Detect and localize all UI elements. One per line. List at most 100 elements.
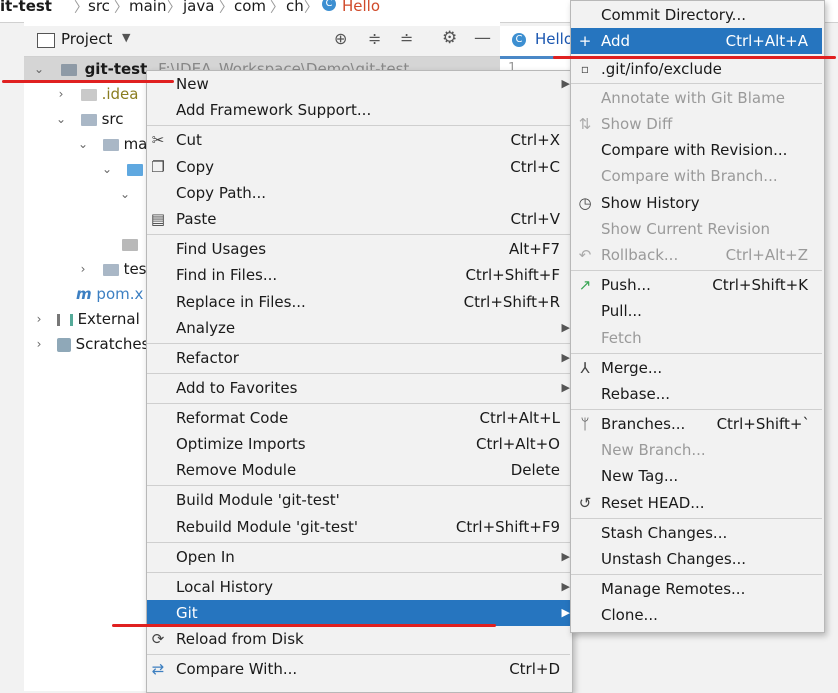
chevron-down-icon[interactable]: ⌄	[100, 157, 114, 182]
menu-item-add-to-favorites[interactable]: Add to Favorites ▶	[176, 375, 570, 401]
git-item-reset-head[interactable]: ↺ Reset HEAD...	[571, 490, 822, 516]
git-item-push[interactable]: ↗ Push... Ctrl+Shift+K	[571, 272, 822, 298]
menu-item-copy[interactable]: ❐ Copy Ctrl+C	[146, 154, 570, 180]
chevron-down-icon[interactable]: ⌄	[76, 132, 90, 157]
tree-item-label: Scratches	[75, 335, 150, 353]
menu-item-local-history[interactable]: Local History ▶	[176, 574, 570, 600]
git-item-rebase[interactable]: Rebase...	[571, 381, 822, 407]
git-item-manage-remotes[interactable]: Manage Remotes...	[571, 576, 822, 602]
breadcrumb-project[interactable]: it-test	[0, 0, 52, 15]
git-item-compare-with-revision[interactable]: Compare with Revision...	[571, 137, 822, 163]
folder-icon	[102, 263, 119, 276]
annotation-underline-git	[112, 624, 496, 627]
menu-item-label: Copy Path...	[176, 184, 267, 202]
menu-item-build-module[interactable]: Build Module 'git-test'	[176, 487, 570, 513]
menu-item-new[interactable]: New ▶	[176, 71, 570, 97]
tree-item-pom[interactable]: m pom.x	[76, 282, 143, 307]
tree-item-idea[interactable]: › .idea	[54, 82, 139, 107]
menu-item-find-usages[interactable]: Find Usages Alt+F7	[176, 236, 570, 262]
scissors-icon: ✂	[151, 131, 165, 149]
git-item-branches[interactable]: ᛘ Branches... Ctrl+Shift+`	[571, 411, 822, 437]
menu-item-shortcut: Delete	[510, 461, 560, 479]
chevron-down-icon[interactable]: ⌄	[32, 57, 46, 82]
breadcrumb-java[interactable]: java	[183, 0, 214, 15]
git-item-new-branch[interactable]: New Branch...	[571, 437, 822, 463]
tree-item-test[interactable]: › tes	[76, 257, 147, 282]
submenu-arrow-icon: ▶	[561, 77, 570, 90]
menu-item-analyze[interactable]: Analyze ▶	[176, 315, 570, 341]
git-item-rollback[interactable]: ↶ Rollback... Ctrl+Alt+Z	[571, 242, 822, 268]
git-item-stash-changes[interactable]: Stash Changes...	[571, 520, 822, 546]
git-item-show-current-revision[interactable]: Show Current Revision	[571, 216, 822, 242]
tree-item-resources[interactable]	[122, 232, 138, 257]
submenu-arrow-icon: ▶	[561, 381, 570, 394]
breadcrumb-com[interactable]: com	[234, 0, 266, 15]
chevron-right-icon[interactable]: ›	[32, 307, 46, 332]
chevron-right-icon[interactable]: ›	[76, 257, 90, 282]
tree-item-java[interactable]: ⌄	[100, 157, 143, 182]
git-item-compare-with-branch[interactable]: Compare with Branch...	[571, 163, 822, 189]
git-item-commit-directory[interactable]: Commit Directory...	[571, 2, 822, 28]
menu-item-label: Cut	[176, 131, 202, 149]
menu-item-shortcut: Ctrl+Alt+O	[476, 435, 560, 453]
chevron-down-icon[interactable]: ⌄	[118, 182, 132, 207]
scratches-icon	[56, 337, 71, 352]
menu-item-reformat-code[interactable]: Reformat Code Ctrl+Alt+L	[176, 405, 570, 431]
menu-item-open-in[interactable]: Open In ▶	[176, 544, 570, 570]
git-item-merge[interactable]: ⅄ Merge...	[571, 355, 822, 381]
menu-item-find-in-files[interactable]: Find in Files... Ctrl+Shift+F	[176, 262, 570, 288]
minimize-icon[interactable]: —	[474, 28, 491, 48]
tree-item-src[interactable]: ⌄ src	[54, 107, 124, 132]
menu-item-add-framework-support[interactable]: Add Framework Support...	[176, 97, 570, 123]
menu-item-rebuild-module[interactable]: Rebuild Module 'git-test' Ctrl+Shift+F9	[176, 514, 570, 540]
git-item-show-diff[interactable]: ⇅ Show Diff	[571, 111, 822, 137]
breadcrumb-main[interactable]: main	[129, 0, 166, 15]
menu-item-refactor[interactable]: Refactor ▶	[176, 345, 570, 371]
collapse-all-icon[interactable]: ≐	[400, 29, 413, 48]
tree-item-external-libraries[interactable]: › External L	[32, 307, 153, 332]
menu-item-optimize-imports[interactable]: Optimize Imports Ctrl+Alt+O	[176, 431, 570, 457]
menu-item-reload-from-disk[interactable]: ⟳ Reload from Disk	[146, 626, 570, 652]
git-item-pull[interactable]: Pull...	[571, 298, 822, 324]
locate-icon[interactable]: ⊕	[334, 29, 347, 48]
git-item-annotate[interactable]: Annotate with Git Blame	[571, 85, 822, 111]
menu-item-replace-in-files[interactable]: Replace in Files... Ctrl+Shift+R	[176, 289, 570, 315]
gear-icon[interactable]: ⚙	[442, 28, 457, 48]
tree-item-scratches[interactable]: › Scratches	[32, 332, 150, 357]
breadcrumb-ch[interactable]: ch	[286, 0, 304, 15]
menu-item-compare-with[interactable]: ⇄ Compare With... Ctrl+D	[146, 656, 570, 682]
git-item-show-history[interactable]: ◷ Show History	[571, 190, 822, 216]
chevron-down-icon[interactable]: ▼	[122, 31, 130, 44]
tree-item-package[interactable]: ⌄	[118, 182, 132, 207]
expand-all-icon[interactable]: ≑	[368, 29, 381, 48]
chevron-down-icon[interactable]: ⌄	[54, 107, 68, 132]
menu-item-label: Find Usages	[176, 240, 267, 258]
menu-item-git[interactable]: Git ▶	[176, 600, 570, 626]
chevron-right-icon[interactable]: ›	[54, 82, 68, 107]
submenu-arrow-icon: ▶	[561, 351, 570, 364]
breadcrumb-hello[interactable]: Hello	[342, 0, 380, 15]
module-folder-icon	[60, 63, 77, 76]
menu-item-paste[interactable]: ▤ Paste Ctrl+V	[146, 206, 570, 232]
menu-item-label: Replace in Files...	[176, 293, 306, 311]
tree-item-label: src	[101, 110, 124, 128]
menu-item-cut[interactable]: ✂ Cut Ctrl+X	[146, 127, 570, 153]
git-item-fetch[interactable]: Fetch	[571, 325, 822, 351]
editor-tab-hello[interactable]: C Hello	[500, 26, 573, 59]
git-item-new-tag[interactable]: New Tag...	[571, 463, 822, 489]
chevron-right-icon[interactable]: ›	[32, 332, 46, 357]
git-item-clone[interactable]: Clone...	[571, 602, 822, 628]
folder-icon	[102, 138, 119, 151]
git-item-unstash-changes[interactable]: Unstash Changes...	[571, 546, 822, 572]
tree-item-main[interactable]: ⌄ ma	[76, 132, 147, 157]
menu-item-remove-module[interactable]: Remove Module Delete	[176, 457, 570, 483]
git-item-add[interactable]: + Add Ctrl+Alt+A	[571, 28, 822, 54]
project-title[interactable]: Project	[61, 30, 112, 48]
clock-icon: ◷	[578, 194, 592, 212]
menu-item-label: Rebuild Module 'git-test'	[176, 518, 358, 536]
breadcrumb-src[interactable]: src	[88, 0, 110, 15]
git-item-gitinfo-exclude[interactable]: ▫ .git/info/exclude	[571, 56, 822, 82]
menu-item-shortcut: Ctrl+Shift+R	[463, 293, 560, 311]
menu-item-copy-path[interactable]: Copy Path...	[146, 180, 570, 206]
menu-item-label: Branches...	[601, 415, 686, 433]
